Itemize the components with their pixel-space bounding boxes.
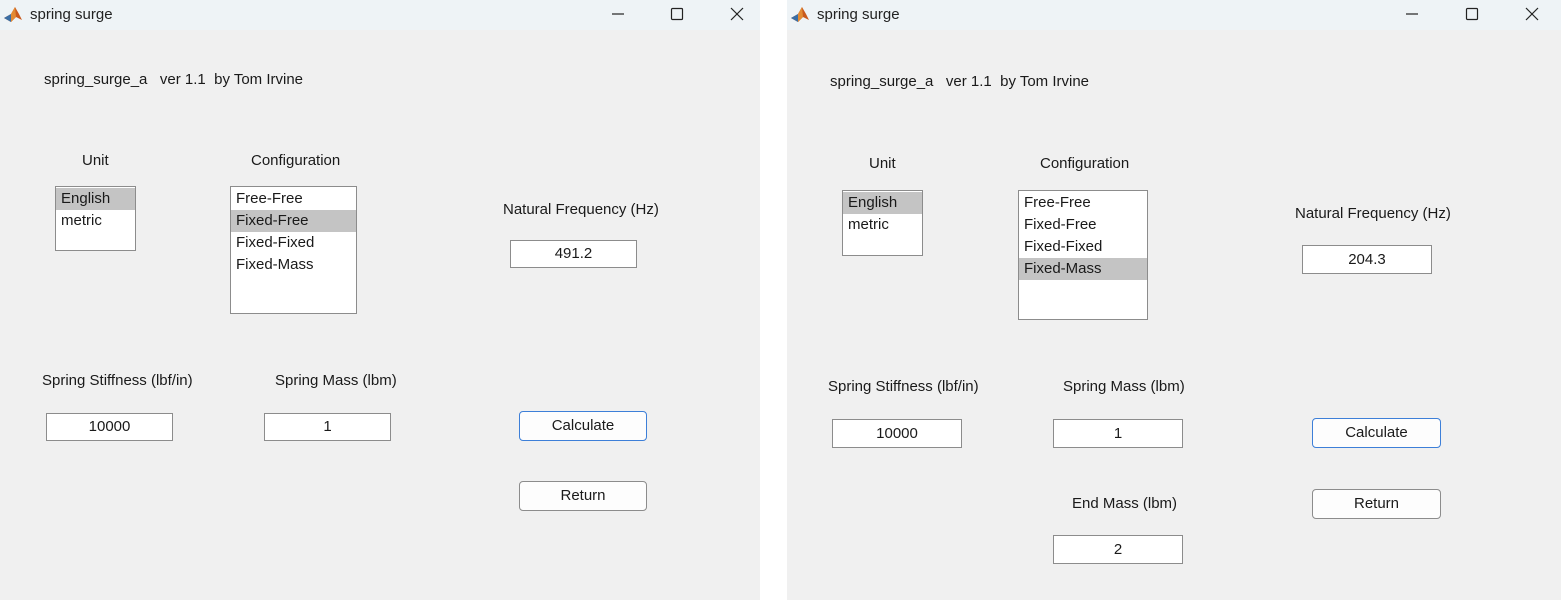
spring-stiffness-label: Spring Stiffness (lbf/in) — [828, 378, 979, 395]
natural-frequency-field[interactable]: 204.3 — [1302, 245, 1432, 274]
calculate-button[interactable]: Calculate — [1312, 418, 1441, 448]
configuration-listbox[interactable]: Free-Free Fixed-Free Fixed-Fixed Fixed-M… — [1018, 190, 1148, 320]
list-item[interactable]: Fixed-Mass — [1019, 258, 1147, 280]
maximize-button[interactable] — [1449, 0, 1495, 30]
matlab-logo-icon — [4, 7, 22, 22]
spring-stiffness-input[interactable]: 10000 — [46, 413, 173, 441]
return-button[interactable]: Return — [1312, 489, 1441, 519]
minimize-button[interactable] — [1389, 0, 1435, 30]
configuration-label: Configuration — [251, 152, 341, 169]
close-icon — [1525, 7, 1539, 21]
list-item[interactable]: English — [56, 188, 135, 210]
configuration-listbox[interactable]: Free-Free Fixed-Free Fixed-Fixed Fixed-M… — [230, 186, 357, 314]
window-gap — [760, 0, 787, 600]
calculate-button[interactable]: Calculate — [519, 411, 647, 441]
matlab-logo-icon — [791, 7, 809, 22]
unit-label: Unit — [82, 152, 109, 169]
list-item[interactable]: Free-Free — [231, 188, 356, 210]
list-item[interactable]: Fixed-Mass — [231, 254, 356, 276]
list-item[interactable]: Fixed-Free — [1019, 214, 1147, 236]
minimize-icon — [1406, 13, 1418, 15]
window-title: spring surge — [30, 6, 113, 23]
maximize-button[interactable] — [654, 0, 700, 30]
natural-frequency-label: Natural Frequency (Hz) — [1295, 205, 1451, 222]
unit-listbox[interactable]: English metric — [842, 190, 923, 256]
header-text: spring_surge_a ver 1.1 by Tom Irvine — [830, 73, 1090, 90]
header-text: spring_surge_a ver 1.1 by Tom Irvine — [44, 71, 304, 88]
close-button[interactable] — [1509, 0, 1555, 30]
unit-listbox[interactable]: English metric — [55, 186, 136, 251]
spring-mass-input[interactable]: 1 — [264, 413, 391, 441]
return-button[interactable]: Return — [519, 481, 647, 511]
title-bar: spring surge — [0, 0, 760, 30]
close-button[interactable] — [714, 0, 760, 30]
minimize-button[interactable] — [595, 0, 641, 30]
spring-mass-label: Spring Mass (lbm) — [275, 372, 397, 389]
natural-frequency-field[interactable]: 491.2 — [510, 240, 637, 268]
maximize-icon — [670, 7, 684, 21]
minimize-icon — [612, 13, 624, 15]
window-title: spring surge — [817, 6, 900, 23]
list-item[interactable]: Fixed-Free — [231, 210, 356, 232]
maximize-icon — [1465, 7, 1479, 21]
close-icon — [730, 7, 744, 21]
unit-label: Unit — [869, 155, 896, 172]
end-mass-input[interactable]: 2 — [1053, 535, 1183, 564]
list-item[interactable]: Fixed-Fixed — [231, 232, 356, 254]
end-mass-label: End Mass (lbm) — [1072, 495, 1178, 512]
spring-mass-label: Spring Mass (lbm) — [1063, 378, 1185, 395]
natural-frequency-label: Natural Frequency (Hz) — [503, 201, 659, 218]
list-item[interactable]: metric — [843, 214, 922, 236]
spring-stiffness-label: Spring Stiffness (lbf/in) — [42, 372, 193, 389]
configuration-label: Configuration — [1040, 155, 1130, 172]
spring-mass-input[interactable]: 1 — [1053, 419, 1183, 448]
list-item[interactable]: metric — [56, 210, 135, 232]
spring-stiffness-input[interactable]: 10000 — [832, 419, 962, 448]
spring-surge-window-b: spring surge spring_surge_a ver 1.1 by T… — [787, 0, 1561, 600]
list-item[interactable]: Free-Free — [1019, 192, 1147, 214]
list-item[interactable]: English — [843, 192, 922, 214]
title-bar: spring surge — [787, 0, 1561, 30]
spring-surge-window-a: spring surge spring_surge_a ver 1.1 by T… — [0, 0, 760, 600]
list-item[interactable]: Fixed-Fixed — [1019, 236, 1147, 258]
